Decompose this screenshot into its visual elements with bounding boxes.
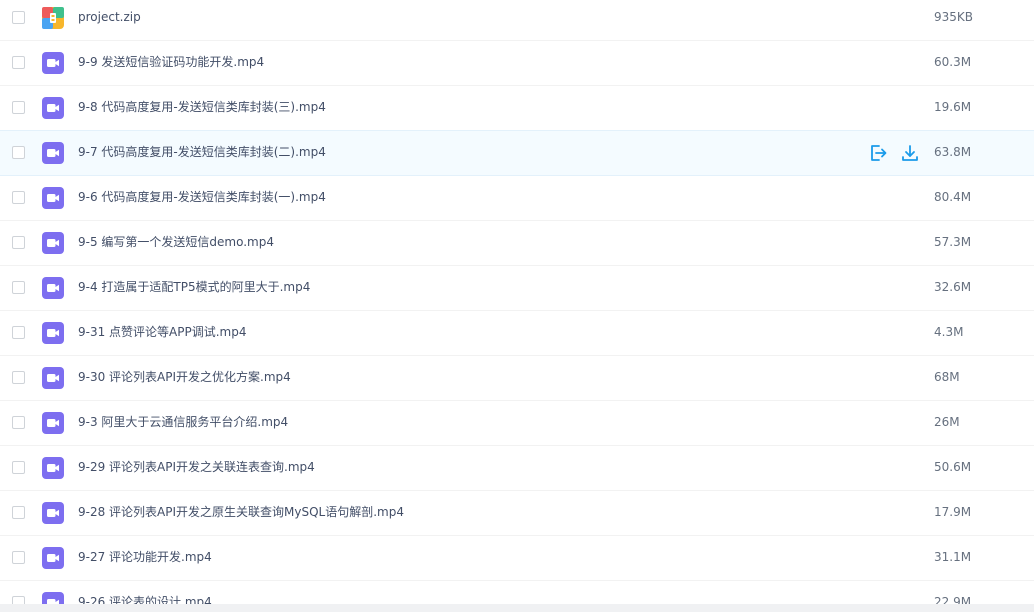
video-file-icon <box>42 232 64 254</box>
row-checkbox[interactable] <box>12 326 25 339</box>
download-icon[interactable] <box>900 143 920 163</box>
file-name-link[interactable]: 9-29 评论列表API开发之关联连表查询.mp4 <box>78 459 315 475</box>
row-checkbox[interactable] <box>12 416 25 429</box>
file-list: project.zip 935KB 9-9 发送短信验证码功能开发.mp4 60.3M… <box>0 0 1034 612</box>
file-size: 60.3M <box>934 55 972 69</box>
row-checkbox[interactable] <box>12 56 25 69</box>
row-checkbox[interactable] <box>12 281 25 294</box>
row-checkbox[interactable] <box>12 191 25 204</box>
zip-archive-icon <box>42 7 64 29</box>
video-file-icon <box>42 457 64 479</box>
file-size: 32.6M <box>934 280 972 294</box>
video-file-icon <box>42 547 64 569</box>
file-row[interactable]: 9-4 打造属于适配TP5模式的阿里大于.mp4 32.6M <box>0 266 1034 311</box>
row-checkbox[interactable] <box>12 461 25 474</box>
row-checkbox[interactable] <box>12 236 25 249</box>
file-name-link[interactable]: 9-7 代码高度复用-发送短信类库封装(二).mp4 <box>78 144 326 160</box>
file-name-link[interactable]: 9-9 发送短信验证码功能开发.mp4 <box>78 54 264 70</box>
file-row[interactable]: project.zip 935KB <box>0 0 1034 41</box>
file-row[interactable]: 9-3 阿里大于云通信服务平台介绍.mp4 26M <box>0 401 1034 446</box>
file-size: 50.6M <box>934 460 972 474</box>
file-size: 63.8M <box>934 145 972 159</box>
row-checkbox[interactable] <box>12 101 25 114</box>
file-name-link[interactable]: 9-5 编写第一个发送短信demo.mp4 <box>78 234 274 250</box>
file-row[interactable]: 9-30 评论列表API开发之优化方案.mp4 68M <box>0 356 1034 401</box>
file-size: 31.1M <box>934 550 972 564</box>
file-name-link[interactable]: 9-3 阿里大于云通信服务平台介绍.mp4 <box>78 414 288 430</box>
file-name-link[interactable]: 9-30 评论列表API开发之优化方案.mp4 <box>78 369 291 385</box>
row-checkbox[interactable] <box>12 551 25 564</box>
video-file-icon <box>42 97 64 119</box>
horizontal-scrollbar[interactable] <box>0 604 1034 612</box>
file-size: 935KB <box>934 10 974 24</box>
row-checkbox[interactable] <box>12 146 25 159</box>
row-checkbox[interactable] <box>12 371 25 384</box>
file-size: 19.6M <box>934 100 972 114</box>
file-name-link[interactable]: 9-27 评论功能开发.mp4 <box>78 549 212 565</box>
file-row[interactable]: 9-29 评论列表API开发之关联连表查询.mp4 50.6M <box>0 446 1034 491</box>
file-row[interactable]: 9-8 代码高度复用-发送短信类库封装(三).mp4 19.6M <box>0 86 1034 131</box>
file-size: 57.3M <box>934 235 972 249</box>
file-row[interactable]: 9-7 代码高度复用-发送短信类库封装(二).mp4 63.8M <box>0 130 1034 176</box>
file-name-link[interactable]: 9-4 打造属于适配TP5模式的阿里大于.mp4 <box>78 279 310 295</box>
file-name-link[interactable]: 9-8 代码高度复用-发送短信类库封装(三).mp4 <box>78 99 326 115</box>
video-file-icon <box>42 142 64 164</box>
video-file-icon <box>42 412 64 434</box>
video-file-icon <box>42 367 64 389</box>
file-name-link[interactable]: 9-28 评论列表API开发之原生关联查询MySQL语句解剖.mp4 <box>78 504 404 520</box>
share-icon[interactable] <box>868 143 888 163</box>
file-size: 4.3M <box>934 325 964 339</box>
file-name-link[interactable]: 9-31 点赞评论等APP调试.mp4 <box>78 324 247 340</box>
video-file-icon <box>42 52 64 74</box>
file-size: 80.4M <box>934 190 972 204</box>
file-name-link[interactable]: 9-6 代码高度复用-发送短信类库封装(一).mp4 <box>78 189 326 205</box>
file-size: 68M <box>934 370 960 384</box>
video-file-icon <box>42 502 64 524</box>
file-size: 26M <box>934 415 960 429</box>
row-checkbox[interactable] <box>12 506 25 519</box>
file-row[interactable]: 9-6 代码高度复用-发送短信类库封装(一).mp4 80.4M <box>0 176 1034 221</box>
file-row[interactable]: 9-28 评论列表API开发之原生关联查询MySQL语句解剖.mp4 17.9M <box>0 491 1034 536</box>
file-row[interactable]: 9-31 点赞评论等APP调试.mp4 4.3M <box>0 311 1034 356</box>
file-row[interactable]: 9-9 发送短信验证码功能开发.mp4 60.3M <box>0 41 1034 86</box>
file-row[interactable]: 9-5 编写第一个发送短信demo.mp4 57.3M <box>0 221 1034 266</box>
video-file-icon <box>42 322 64 344</box>
file-row[interactable]: 9-27 评论功能开发.mp4 31.1M <box>0 536 1034 581</box>
video-file-icon <box>42 187 64 209</box>
file-name-link[interactable]: project.zip <box>78 9 141 25</box>
row-checkbox[interactable] <box>12 11 25 24</box>
file-size: 17.9M <box>934 505 972 519</box>
video-file-icon <box>42 277 64 299</box>
